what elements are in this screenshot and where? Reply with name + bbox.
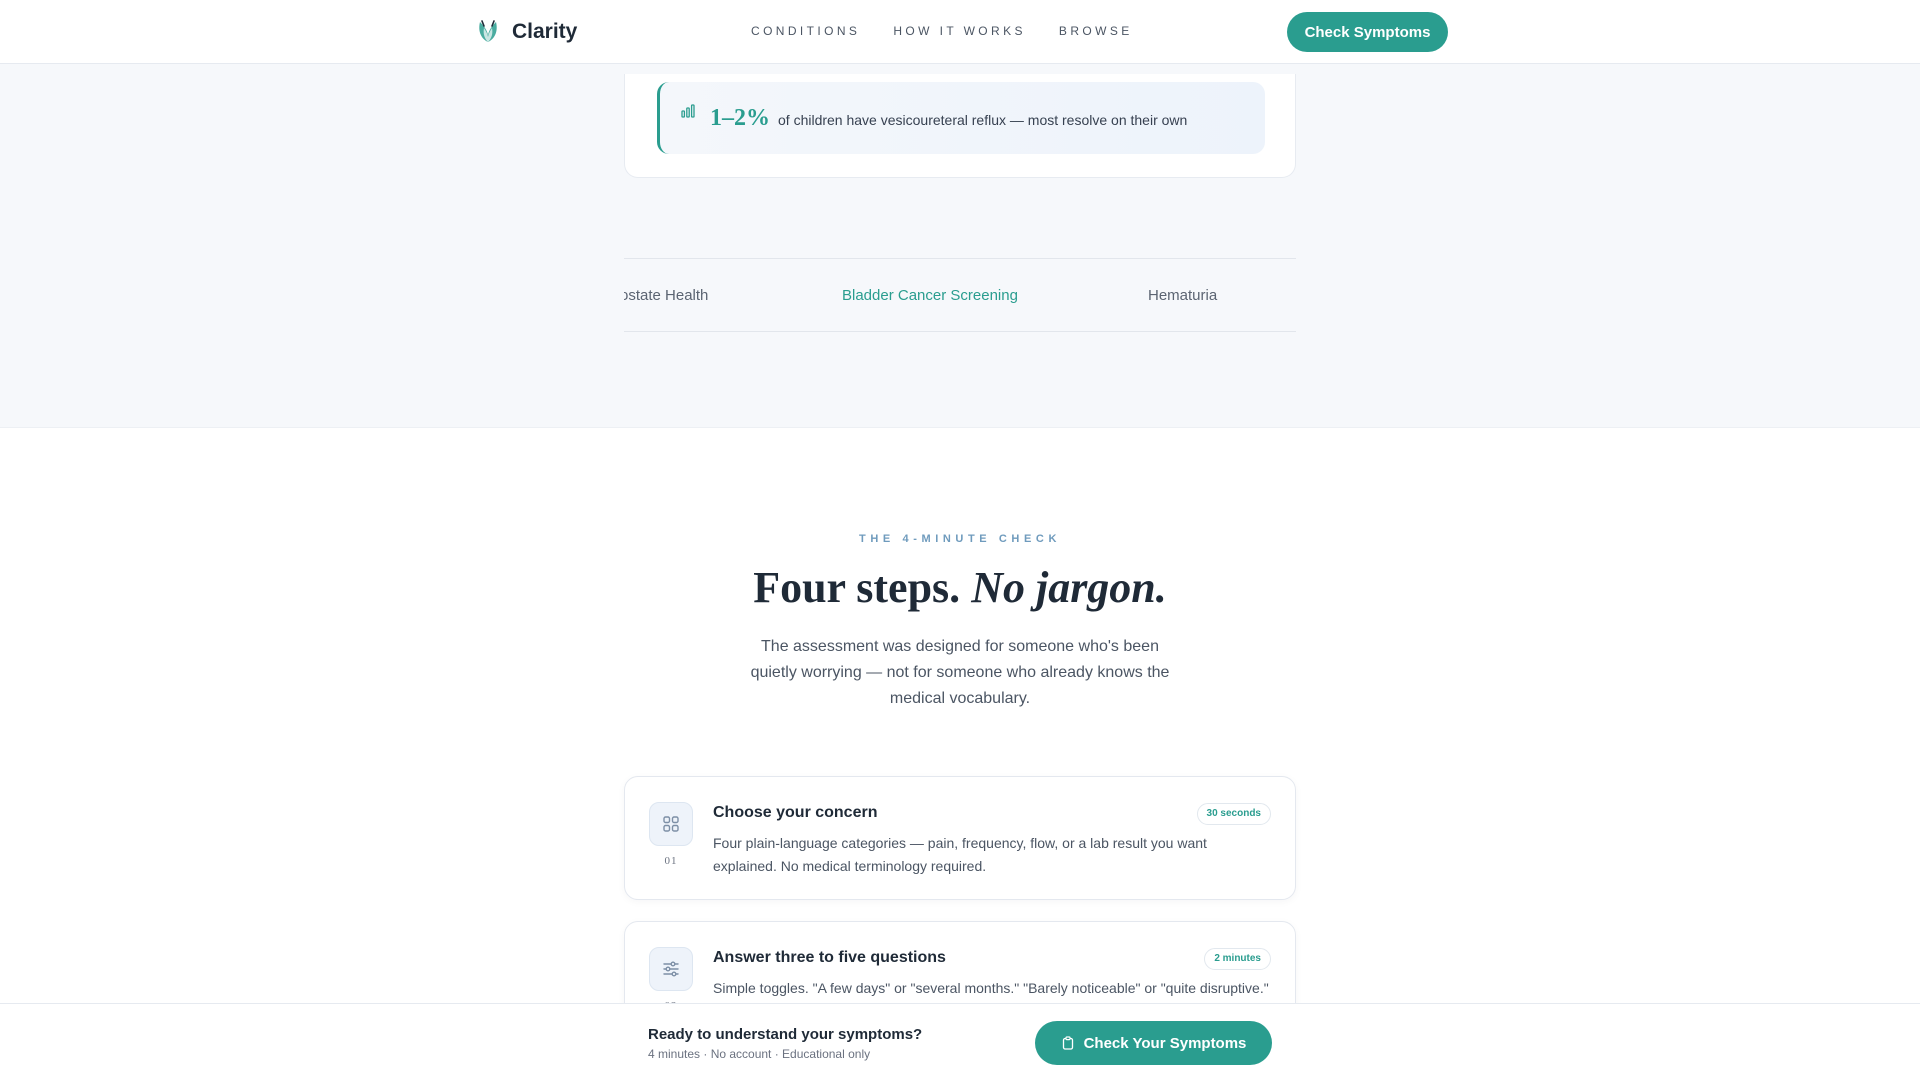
- stat-text: of children have vesicoureteral reflux —…: [778, 112, 1188, 128]
- related-bladder-cancer-screening[interactable]: Bladder Cancer Screening: [842, 287, 1018, 304]
- grid-icon: [663, 816, 679, 832]
- cta-bar-button-label: Check Your Symptoms: [1083, 1034, 1247, 1052]
- check-your-symptoms-button[interactable]: Check Your Symptoms: [1035, 1021, 1272, 1065]
- condition-band: 1–2% of children have vesicoureteral ref…: [0, 64, 1920, 428]
- related-hematuria[interactable]: Hematuria: [1148, 287, 1217, 304]
- step-description: Four plain-language categories — pain, f…: [713, 835, 1207, 874]
- cta-bar-subtitle: 4 minutes · No account · Educational onl…: [648, 1047, 871, 1061]
- check-symptoms-button[interactable]: Check Symptoms: [1287, 12, 1448, 52]
- nav-conditions[interactable]: CONDITIONS: [751, 24, 860, 38]
- step-number: 01: [664, 855, 678, 867]
- section-title-plain: Four steps.: [753, 563, 961, 612]
- condition-card: 1–2% of children have vesicoureteral ref…: [624, 74, 1296, 178]
- section-title: Four steps. No jargon.: [0, 562, 1920, 613]
- step-description: Simple toggles. "A few days" or "several…: [713, 980, 1269, 996]
- section-subtitle: The assessment was designed for someone …: [750, 638, 1170, 707]
- step-duration-badge: 30 seconds: [1196, 803, 1271, 825]
- step-title: Answer three to five questions: [713, 949, 946, 966]
- step-duration-badge: 2 minutes: [1204, 948, 1271, 970]
- section-eyebrow: THE 4-MINUTE CHECK: [859, 533, 1061, 545]
- step-icon-box: [649, 802, 693, 846]
- section-title-italic: No jargon.: [971, 563, 1167, 612]
- cta-bar-title: Ready to understand your symptoms?: [648, 1026, 923, 1043]
- nav-browse[interactable]: BROWSE: [1059, 24, 1133, 38]
- step-title: Choose your concern: [713, 804, 878, 821]
- stat-value: 1–2%: [710, 104, 770, 131]
- site-header: Clarity CONDITIONS HOW IT WORKS BROWSE C…: [0, 0, 1920, 64]
- bar-chart-icon: [681, 104, 695, 118]
- brand-name: Clarity: [512, 20, 578, 43]
- step-icon-box: [649, 947, 693, 991]
- clipboard-icon: [1062, 1036, 1073, 1050]
- stat-callout: 1–2% of children have vesicoureteral ref…: [657, 82, 1265, 154]
- related-prostate-health[interactable]: ostate Health: [624, 287, 708, 304]
- brand[interactable]: Clarity: [474, 18, 577, 46]
- nav-how-it-works[interactable]: HOW IT WORKS: [893, 24, 1026, 38]
- sticky-cta-bar: Ready to understand your symptoms? 4 min…: [0, 1003, 1920, 1080]
- main-nav: CONDITIONS HOW IT WORKS BROWSE: [751, 24, 1133, 38]
- related-conditions-strip: ostate Health Bladder Cancer Screening H…: [624, 258, 1296, 332]
- leaf-logo-icon: [479, 20, 497, 42]
- sliders-icon: [663, 961, 679, 977]
- step-card: 01 Choose your concern 30 seconds Four p…: [624, 776, 1296, 900]
